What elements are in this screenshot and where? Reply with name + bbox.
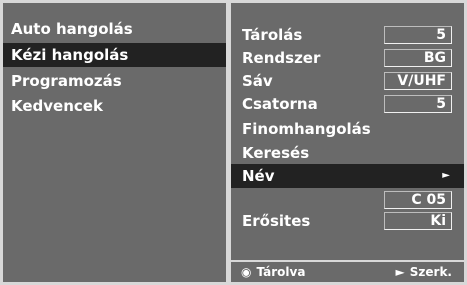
- setting-label: Csatorna: [242, 95, 318, 113]
- setting-label: Finomhangolás: [242, 120, 371, 138]
- nev-value[interactable]: C 05: [384, 191, 452, 209]
- right-arrow-icon: ►: [395, 265, 405, 279]
- menu-item-label: Auto hangolás: [11, 20, 133, 38]
- setting-label: Rendszer: [242, 49, 321, 67]
- left-menu-panel: Auto hangolás Kézi hangolás Programozás …: [3, 3, 226, 282]
- menu-item-kedvencek[interactable]: Kedvencek: [3, 94, 226, 118]
- sav-value[interactable]: V/UHF: [384, 72, 452, 90]
- osd-frame: Auto hangolás Kézi hangolás Programozás …: [0, 0, 467, 285]
- setting-label: Keresés: [242, 144, 310, 162]
- rendszer-value[interactable]: BG: [384, 49, 452, 67]
- setting-label: Tárolás: [242, 26, 303, 44]
- menu-item-label: Kézi hangolás: [11, 46, 129, 64]
- store-hint-label: Tárolva: [256, 265, 306, 279]
- menu-item-label: Kedvencek: [11, 97, 103, 115]
- menu-item-kezi-hangolas[interactable]: Kézi hangolás: [3, 43, 226, 67]
- record-button-icon: ◉: [241, 265, 252, 279]
- csatorna-value[interactable]: 5: [384, 95, 452, 113]
- menu-item-auto-hangolas[interactable]: Auto hangolás: [3, 17, 226, 41]
- setting-label: Sáv: [242, 72, 273, 90]
- tarolas-value[interactable]: 5: [384, 26, 452, 44]
- right-arrow-icon: ►: [442, 170, 450, 181]
- footer-hint-bar: ◉ Tárolva ► Szerk.: [231, 260, 464, 282]
- setting-row-finomhangolas[interactable]: Finomhangolás: [231, 117, 464, 141]
- setting-row-nev[interactable]: Név ►: [231, 164, 464, 188]
- edit-hint[interactable]: ► Szerk.: [396, 262, 452, 282]
- setting-label: Erősites: [242, 212, 311, 230]
- menu-item-label: Programozás: [11, 72, 122, 90]
- erosites-value[interactable]: Ki: [384, 212, 452, 230]
- menu-item-programozas[interactable]: Programozás: [3, 69, 226, 93]
- edit-hint-label: Szerk.: [409, 265, 452, 279]
- setting-row-kereses[interactable]: Keresés: [231, 141, 464, 165]
- store-hint[interactable]: ◉ Tárolva: [241, 262, 305, 282]
- settings-panel: Tárolás 5 Rendszer BG Sáv V/UHF Csatorna…: [231, 3, 464, 282]
- setting-label: Név: [242, 167, 275, 185]
